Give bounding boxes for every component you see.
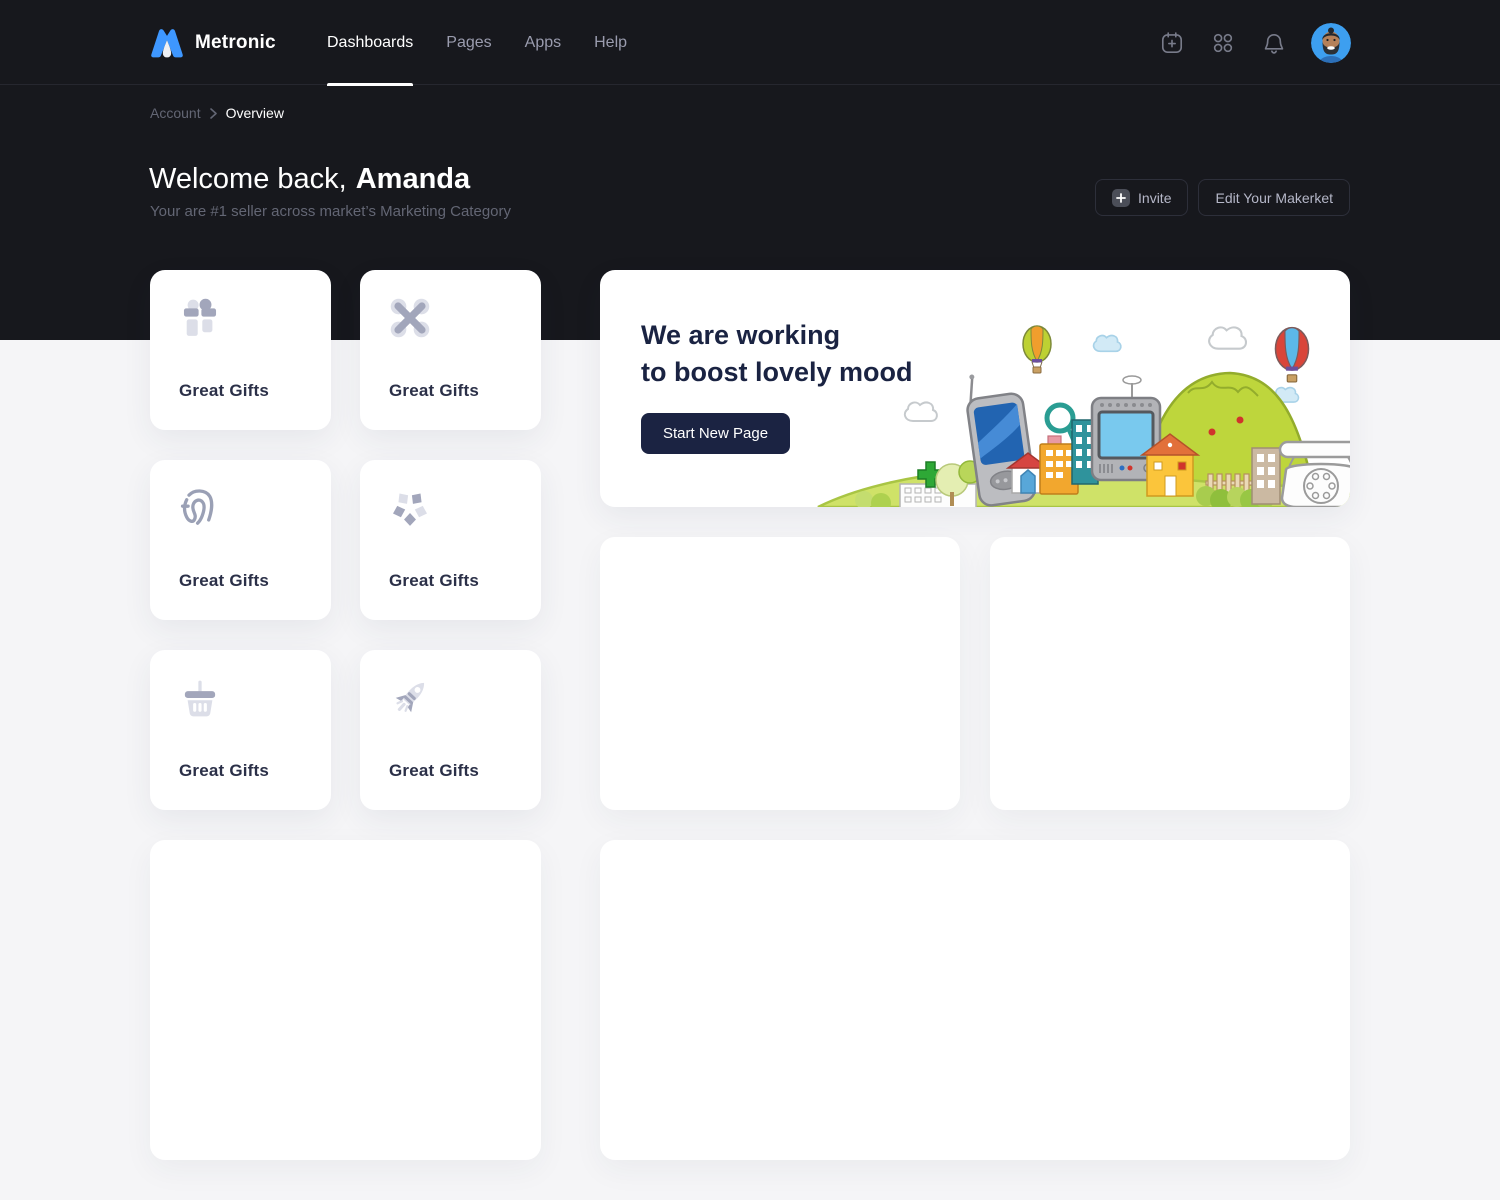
gift-card-5[interactable]: Great Gifts bbox=[150, 650, 331, 810]
brand-name: Metronic bbox=[195, 32, 276, 54]
gift-card-label: Great Gifts bbox=[179, 571, 269, 591]
banner-title-line1: We are working bbox=[641, 317, 913, 354]
pinwheel-icon bbox=[388, 486, 432, 530]
propeller-icon bbox=[388, 296, 432, 340]
brand-logo[interactable]: Metronic bbox=[150, 0, 276, 85]
empty-panel-4 bbox=[600, 840, 1350, 1160]
basket-icon bbox=[178, 676, 222, 720]
plus-icon bbox=[1112, 189, 1130, 207]
gift-card-2[interactable]: Great Gifts bbox=[360, 270, 541, 430]
nav-item-dashboards[interactable]: Dashboards bbox=[327, 0, 413, 85]
gift-card-label: Great Gifts bbox=[389, 761, 479, 781]
gift-card-3[interactable]: Great Gifts bbox=[150, 460, 331, 620]
avatar-image bbox=[1311, 23, 1351, 63]
user-avatar[interactable] bbox=[1311, 23, 1351, 63]
nav-item-apps[interactable]: Apps bbox=[525, 0, 561, 85]
apps-grid-button[interactable] bbox=[1209, 29, 1237, 57]
empty-panel-3 bbox=[150, 840, 541, 1160]
greeting-prefix: Welcome back, bbox=[149, 163, 347, 195]
hero-action-buttons: Invite Edit Your Makerket bbox=[1095, 179, 1350, 216]
gift-card-label: Great Gifts bbox=[389, 381, 479, 401]
chevron-right-icon bbox=[210, 108, 217, 119]
nav-item-help[interactable]: Help bbox=[594, 0, 627, 85]
main-nav: Dashboards Pages Apps Help bbox=[327, 0, 627, 85]
start-new-page-button[interactable]: Start New Page bbox=[641, 413, 790, 454]
topbar-actions bbox=[1158, 0, 1351, 85]
top-navigation-bar: Metronic Dashboards Pages Apps Help bbox=[0, 0, 1500, 85]
empty-panel-1 bbox=[600, 537, 960, 810]
banner-title-line2: to boost lovely mood bbox=[641, 354, 913, 391]
apps-grid-icon bbox=[1210, 30, 1236, 56]
gift-card-label: Great Gifts bbox=[389, 571, 479, 591]
page-subtitle: Your are #1 seller across market’s Marke… bbox=[150, 203, 511, 220]
breadcrumb-account[interactable]: Account bbox=[150, 105, 201, 121]
banner-title: We are working to boost lovely mood bbox=[641, 317, 913, 391]
promo-banner: We are working to boost lovely mood Star… bbox=[600, 270, 1350, 507]
metronic-logo-icon bbox=[150, 27, 184, 58]
add-button[interactable] bbox=[1158, 29, 1186, 57]
notifications-button[interactable] bbox=[1260, 29, 1288, 57]
nav-item-pages[interactable]: Pages bbox=[446, 0, 491, 85]
breadcrumb-overview: Overview bbox=[226, 105, 284, 121]
page-title: Welcome back, Amanda bbox=[149, 163, 470, 196]
empty-panel-2 bbox=[990, 537, 1350, 810]
rocket-icon bbox=[388, 676, 432, 720]
gift-card-1[interactable]: Great Gifts bbox=[150, 270, 331, 430]
fingerprint-icon bbox=[178, 486, 222, 530]
bell-icon bbox=[1261, 30, 1287, 56]
gift-card-4[interactable]: Great Gifts bbox=[360, 460, 541, 620]
gift-card-label: Great Gifts bbox=[179, 381, 269, 401]
gift-card-6[interactable]: Great Gifts bbox=[360, 650, 541, 810]
plus-square-icon bbox=[1159, 30, 1185, 56]
gift-card-label: Great Gifts bbox=[179, 761, 269, 781]
gift-icon bbox=[178, 296, 222, 340]
greeting-name: Amanda bbox=[356, 163, 470, 195]
edit-market-button-label: Edit Your Makerket bbox=[1215, 190, 1333, 206]
invite-button[interactable]: Invite bbox=[1095, 179, 1188, 216]
edit-market-button[interactable]: Edit Your Makerket bbox=[1198, 179, 1350, 216]
breadcrumb: Account Overview bbox=[150, 105, 284, 121]
invite-button-label: Invite bbox=[1138, 190, 1171, 206]
